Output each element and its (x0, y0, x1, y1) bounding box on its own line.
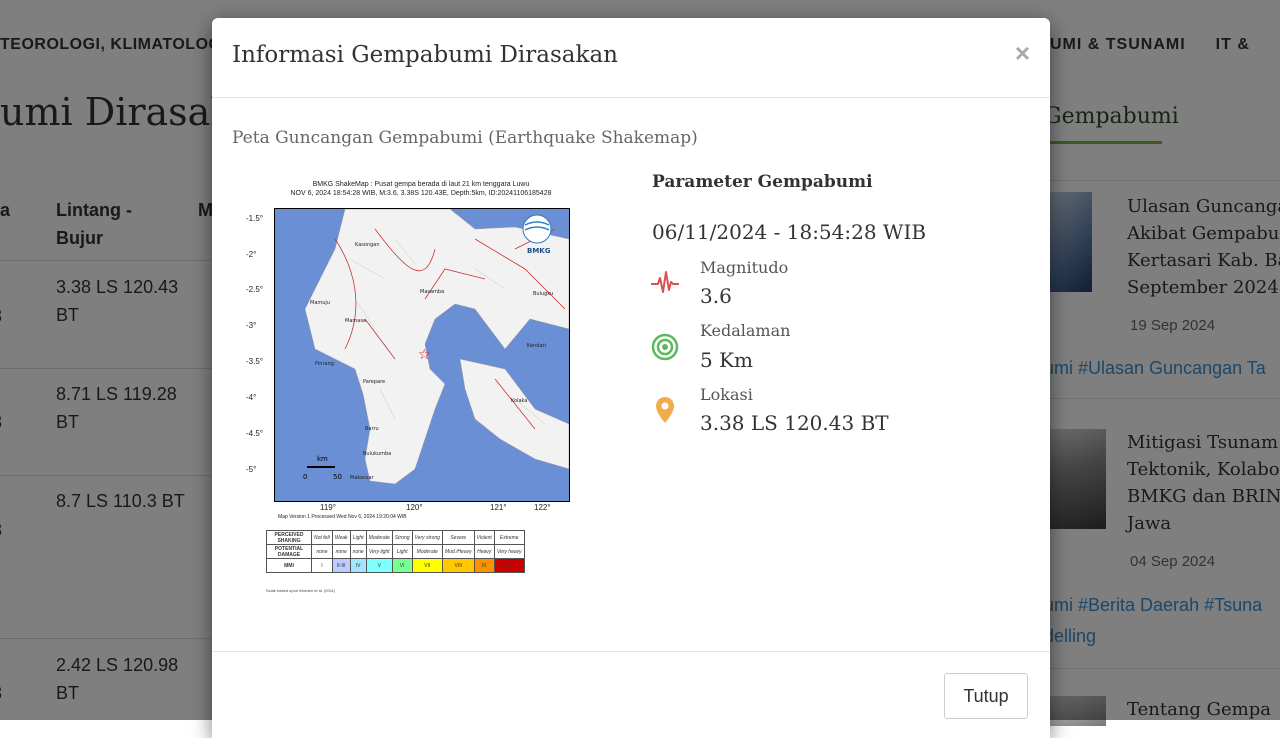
shakemap-map: ☆ BMKG km 0 50 Kasongan Masamba Mamuju B… (274, 208, 570, 502)
map-scale-bar: km 0 50 (303, 455, 342, 481)
mmi-cell: I (311, 558, 333, 573)
seismograph-icon (651, 271, 679, 293)
legend-cell: Moderate (365, 530, 393, 545)
legend-cell: Weak (331, 530, 351, 545)
depth-value: 5 Km (700, 348, 753, 372)
parameter-heading: Parameter Gempabumi (652, 172, 873, 192)
legend-cell: Extreme (493, 530, 525, 545)
legend-cell: none (349, 544, 367, 559)
tutup-button[interactable]: Tutup (944, 673, 1028, 719)
lat-tick: -2° (246, 250, 257, 259)
svg-text:km: km (317, 455, 328, 463)
svg-text:Mamuju: Mamuju (310, 300, 330, 306)
legend-cell: none (331, 544, 351, 559)
modal-header: Informasi Gempabumi Dirasakan × (212, 18, 1050, 98)
legend-cell: Very strong (411, 530, 443, 545)
shakemap-image[interactable]: BMKG ShakeMap : Pusat gempa berada di la… (246, 180, 586, 595)
lon-tick: 122° (534, 503, 551, 512)
legend-cell: Heavy (473, 544, 495, 559)
svg-text:Kendari: Kendari (527, 343, 546, 349)
magnitude-value: 3.6 (700, 284, 732, 308)
mmi-cell: II-III (331, 558, 351, 573)
svg-text:Pinrang: Pinrang (315, 361, 334, 367)
lat-tick: -1.5° (246, 214, 263, 223)
magnitude-label: Magnitudo (700, 258, 789, 277)
epicenter-star-icon: ☆ (418, 347, 431, 363)
svg-text:Masamba: Masamba (420, 289, 444, 295)
svg-text:Parepare: Parepare (363, 379, 385, 385)
sulawesi-map-svg: ☆ BMKG km 0 50 Kasongan Masamba Mamuju B… (303, 209, 569, 485)
depth-icon (651, 333, 679, 361)
legend-cell: Light (391, 544, 413, 559)
mmi-legend-table: PERCEIVED SHAKING Not felt Weak Light Mo… (266, 530, 525, 573)
land-mass-se (459, 358, 569, 470)
mmi-cell: VI (391, 558, 413, 573)
location-label: Lokasi (700, 385, 753, 404)
shakemap-caption: Peta Guncangan Gempabumi (Earthquake Sha… (232, 128, 698, 148)
lon-tick: 121° (490, 503, 507, 512)
mmi-cell: IV (349, 558, 367, 573)
legend-cell: Very heavy (493, 544, 525, 559)
lat-tick: -4° (246, 393, 257, 402)
svg-text:Barru: Barru (365, 426, 379, 432)
legend-row-header: POTENTIAL DAMAGE (266, 544, 312, 559)
lat-tick: -4.5° (246, 429, 263, 438)
legend-cell: Moderate (411, 544, 443, 559)
location-pin-icon (656, 397, 674, 423)
svg-text:Mamasa: Mamasa (345, 318, 366, 324)
lat-tick: -2.5° (246, 285, 263, 294)
legend-cell: none (311, 544, 333, 559)
legend-row-header: PERCEIVED SHAKING (266, 530, 312, 545)
legend-row-header: MMI (266, 558, 312, 573)
svg-text:50: 50 (333, 473, 342, 481)
modal-footer: Tutup (212, 651, 1050, 738)
legend-cell: Light (349, 530, 367, 545)
mmi-cell: VII (411, 558, 443, 573)
svg-text:Kasongan: Kasongan (355, 242, 380, 248)
modal-title: Informasi Gempabumi Dirasakan (232, 42, 618, 68)
lon-tick: 120° (406, 503, 423, 512)
lat-tick: -3° (246, 321, 257, 330)
shakemap-header: BMKG ShakeMap : Pusat gempa berada di la… (290, 181, 552, 197)
scale-note: Scale based upon Worden et al. (2011) (266, 588, 336, 593)
legend-cell: Violent (473, 530, 495, 545)
lat-tick: -5° (246, 465, 257, 474)
legend-cell: Not felt (311, 530, 333, 545)
legend-cell: Mod./Heavy (441, 544, 475, 559)
svg-text:Bulukumba: Bulukumba (363, 451, 391, 457)
legend-cell: Very light (365, 544, 393, 559)
event-datetime: 06/11/2024 - 18:54:28 WIB (652, 220, 927, 244)
location-value: 3.38 LS 120.43 BT (700, 411, 889, 435)
map-version-text: Map Version 1 Processed Wed Nov 6, 2024 … (278, 514, 407, 520)
lat-tick: -3.5° (246, 357, 263, 366)
depth-label: Kedalaman (700, 321, 791, 340)
svg-text:Makassar: Makassar (350, 475, 375, 481)
legend-cell: Severe (441, 530, 475, 545)
svg-text:Kolaka: Kolaka (511, 398, 527, 404)
mmi-cell: X+ (493, 558, 525, 573)
close-icon[interactable]: × (1015, 38, 1030, 69)
bmkg-logo: BMKG (522, 214, 552, 255)
mmi-cell: V (365, 558, 393, 573)
svg-text:BMKG: BMKG (527, 247, 551, 255)
lon-tick: 119° (320, 503, 336, 512)
svg-text:0: 0 (303, 473, 307, 481)
mmi-cell: VIII (441, 558, 475, 573)
earthquake-info-modal: Informasi Gempabumi Dirasakan × Peta Gun… (212, 18, 1050, 738)
svg-text:Bulugku: Bulugku (533, 291, 553, 297)
legend-cell: Strong (391, 530, 413, 545)
mmi-cell: IX (473, 558, 495, 573)
